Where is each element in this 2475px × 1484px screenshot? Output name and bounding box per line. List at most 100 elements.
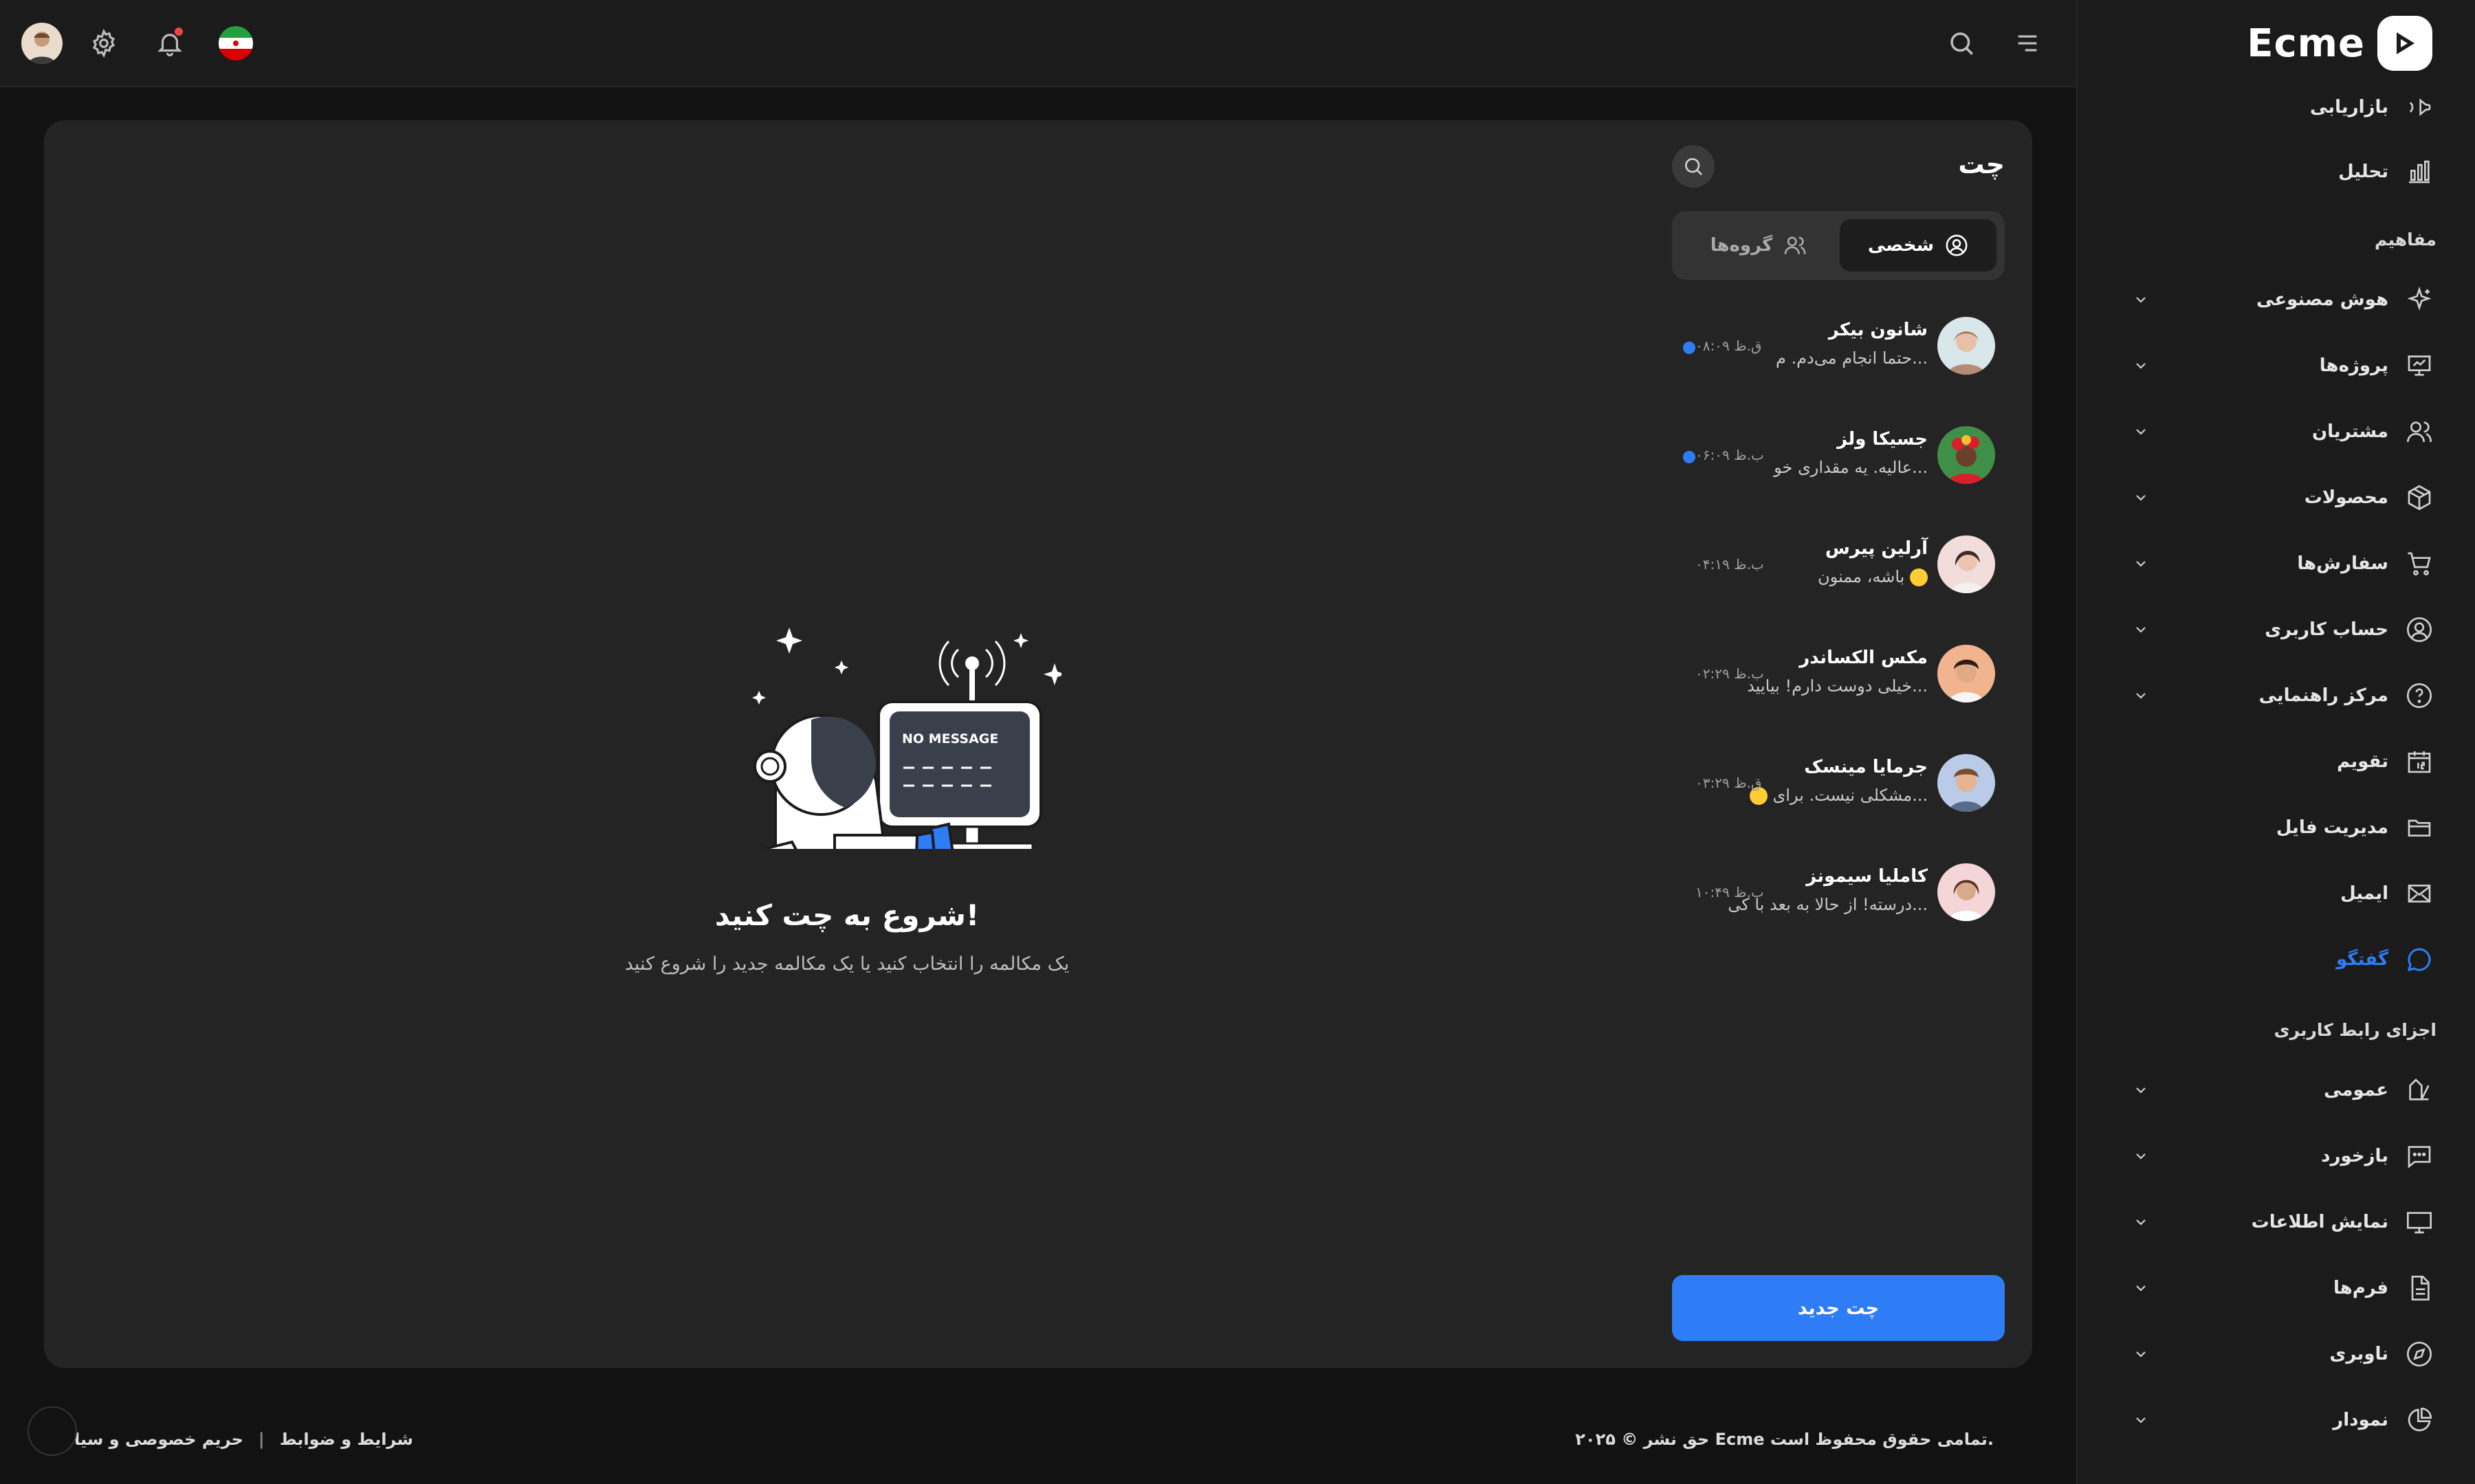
notifications-button[interactable] <box>148 22 191 65</box>
footer-separator: | <box>258 1430 265 1449</box>
notification-badge <box>173 26 184 37</box>
privacy-link[interactable]: حریم خصوصی و سیا <box>74 1430 243 1449</box>
astronaut-illustration: NO MESSAGE <box>752 628 1062 849</box>
chat-panel-title: چت <box>1958 149 2005 179</box>
brand-logo[interactable]: Ecme <box>2247 14 2432 73</box>
chevron-down-icon <box>2136 693 2146 699</box>
sidebar-item-orders[interactable]: سفارش‌ها <box>2112 543 2436 584</box>
sidebar-item-label: ناوبری <box>2329 1344 2388 1364</box>
sidebar-item-charts[interactable]: نمودار <box>2112 1399 2436 1441</box>
sidebar-item-label: بازاریابی <box>2310 97 2388 118</box>
user-circle-icon <box>1946 234 1968 256</box>
conversation-name: جسیکا ولز <box>1837 429 1928 450</box>
sidebar-item-label: مدیریت فایل <box>2276 817 2388 838</box>
sidebar-item-data-display[interactable]: نمایش اطلاعات <box>2112 1201 2436 1243</box>
conversation-item[interactable]: جرمایا مینسک مشکلی نیست. برای... ۰۳:۲۹ ق… <box>1672 740 2005 823</box>
sidebar-item-calendar[interactable]: تقویم <box>2112 741 2436 782</box>
conversation-item[interactable]: کاملیا سیمونز درسته! از حالا به بعد با ک… <box>1672 850 2005 932</box>
sidebar-item-forms[interactable]: فرم‌ها <box>2112 1267 2436 1309</box>
chat-icon <box>2402 942 2436 977</box>
cart-icon <box>2402 546 2436 581</box>
avatar <box>1937 754 1995 812</box>
sidebar-item-label: نمایش اطلاعات <box>2251 1212 2388 1232</box>
floating-action-button[interactable] <box>28 1406 77 1456</box>
sidebar-item-products[interactable]: محصولات <box>2112 477 2436 518</box>
new-chat-button[interactable]: چت جدید <box>1672 1275 2005 1341</box>
conversation-item[interactable]: جسیکا ولز عالیه. یه مقداری خو... ۰۶:۰۹ ب… <box>1672 412 2005 495</box>
megaphone-icon <box>2402 90 2436 124</box>
sparkles-icon <box>2402 283 2436 317</box>
tab-label: شخصی <box>1867 235 1935 256</box>
no-message-screen-text: NO MESSAGE <box>902 731 998 746</box>
conversation-preview: باشه، ممنون <box>1818 567 1928 586</box>
conversation-item[interactable]: آرلین پیرس باشه، ممنون ۰۴:۱۹ ب.ظ <box>1672 522 2005 604</box>
chevron-down-icon <box>2136 561 2146 567</box>
footer-links: شرایط و ضوابط | حریم خصوصی و سیا <box>74 1430 413 1449</box>
avatar <box>1937 535 1995 593</box>
chevron-down-icon <box>2136 627 2146 633</box>
conversation-item[interactable]: شانون بیکر حتما انجام می‌دم. م... ۰۸:۰۹ … <box>1672 303 2005 386</box>
sidebar-item-general[interactable]: عمومی <box>2112 1070 2436 1111</box>
pie-chart-icon <box>2402 1403 2436 1437</box>
conversation-time: ۱۰:۴۹ ب.ظ <box>1695 884 1764 900</box>
conversation-item[interactable]: مکس الکساندر خیلی دوست دارم! بیایید... ۰… <box>1672 631 2005 713</box>
sidebar-item-chat[interactable]: گفتگو <box>2112 939 2436 980</box>
conversation-name: جرمایا مینسک <box>1804 757 1928 777</box>
sidebar-item-navigation[interactable]: ناوبری <box>2112 1333 2436 1375</box>
section-title-concepts: مفاهیم <box>2374 230 2436 250</box>
sidebar-item-marketing[interactable]: بازاریابی <box>2112 87 2436 128</box>
menu-icon <box>2018 35 2037 52</box>
conversation-time: ۰۸:۰۹ ق.ظ <box>1695 337 1762 354</box>
chat-search-button[interactable] <box>1672 145 1715 188</box>
tab-groups[interactable]: گروه‌ها <box>1680 219 1837 272</box>
user-circle-icon <box>2402 612 2436 647</box>
conversation-time: ۰۳:۲۹ ق.ظ <box>1695 775 1762 791</box>
app-root: Ecme بازاریابی تحلیل مفاهیم هوش مصنوعی پ… <box>0 0 2475 1484</box>
menu-toggle-button[interactable] <box>2006 22 2049 65</box>
help-icon <box>2402 678 2436 713</box>
users-icon <box>2402 414 2436 449</box>
avatar <box>1937 317 1995 375</box>
avatar <box>1937 645 1995 702</box>
conversation-preview-text: باشه، ممنون <box>1818 567 1905 586</box>
chevron-down-icon <box>2136 297 2146 303</box>
header-search-button[interactable] <box>1940 22 1983 65</box>
language-selector[interactable] <box>214 22 257 65</box>
sidebar-item-label: مشتریان <box>2311 421 2388 442</box>
tab-personal[interactable]: شخصی <box>1840 219 1996 272</box>
folder-icon <box>2402 810 2436 845</box>
sidebar-item-help-center[interactable]: مرکز راهنمایی <box>2112 675 2436 716</box>
sidebar-item-projects[interactable]: پروژه‌ها <box>2112 345 2436 386</box>
sidebar-item-file-manager[interactable]: مدیریت فایل <box>2112 807 2436 848</box>
avatar <box>1937 863 1995 921</box>
search-icon <box>1950 32 1973 55</box>
chevron-down-icon <box>2136 1087 2146 1094</box>
sidebar-item-account[interactable]: حساب کاربری <box>2112 609 2436 650</box>
chevron-down-icon <box>2136 1153 2146 1160</box>
users-icon <box>1784 236 1806 254</box>
sidebar-item-analytics[interactable]: تحلیل <box>2112 151 2436 192</box>
sidebar-item-label: بازخورد <box>2321 1146 2388 1166</box>
user-avatar-button[interactable] <box>21 22 63 65</box>
sidebar-item-customers[interactable]: مشتریان <box>2112 411 2436 452</box>
conversation-preview: عالیه. یه مقداری خو... <box>1774 458 1928 477</box>
conversation-time: ۰۶:۰۹ ب.ظ <box>1695 447 1764 463</box>
conversation-preview: خیلی دوست دارم! بیایید... <box>1747 676 1928 696</box>
chevron-down-icon <box>2136 429 2146 435</box>
presentation-icon <box>2402 348 2436 383</box>
sidebar-item-email[interactable]: ایمیل <box>2112 873 2436 914</box>
conversation-time: ۰۴:۱۹ ب.ظ <box>1695 556 1764 573</box>
sidebar-item-ai[interactable]: هوش مصنوعی <box>2112 279 2436 320</box>
conversation-preview: مشکلی نیست. برای... <box>1749 786 1928 805</box>
unread-indicator <box>1683 342 1695 354</box>
sidebar-item-label: مرکز راهنمایی <box>2258 685 2388 706</box>
sidebar-item-label: محصولات <box>2304 487 2388 508</box>
sidebar-item-label: نمودار <box>2333 1410 2388 1430</box>
unread-indicator <box>1683 451 1695 463</box>
terms-link[interactable]: شرایط و ضوابط <box>280 1430 413 1449</box>
gear-icon <box>92 29 116 58</box>
sidebar-item-feedback[interactable]: بازخورد <box>2112 1136 2436 1177</box>
heart-eyes-emoji-icon <box>1910 568 1928 586</box>
settings-button[interactable] <box>82 22 125 65</box>
brand-name: Ecme <box>2247 21 2365 66</box>
